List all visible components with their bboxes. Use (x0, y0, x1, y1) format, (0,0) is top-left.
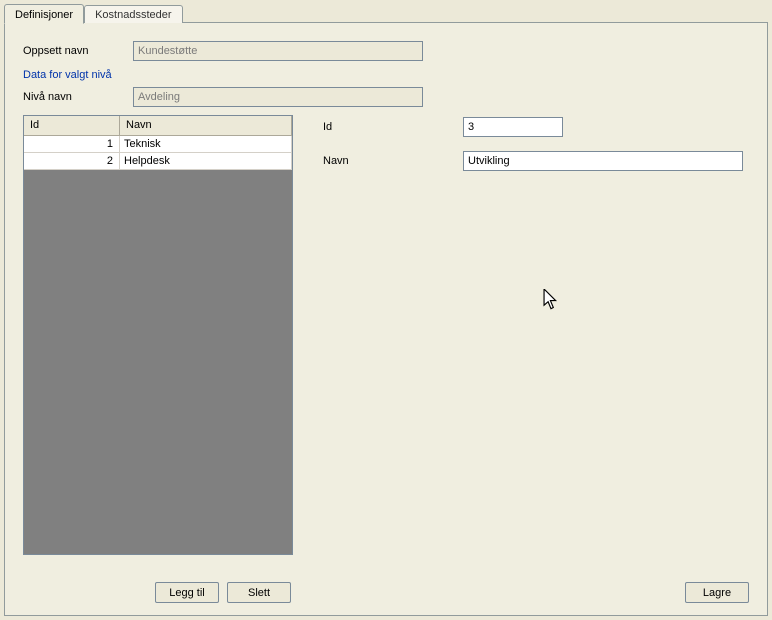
grid-body: 1 Teknisk 2 Helpdesk (24, 136, 292, 554)
save-button[interactable]: Lagre (685, 582, 749, 603)
detail-id-input[interactable] (463, 117, 563, 137)
tab-label: Kostnadssteder (95, 9, 171, 21)
button-row: Legg til Slett Lagre (23, 582, 749, 603)
button-label: Lagre (703, 587, 731, 599)
cell-name: Helpdesk (120, 153, 292, 169)
tab-definisjoner[interactable]: Definisjoner (4, 4, 84, 24)
cell-name: Teknisk (120, 136, 292, 152)
niva-navn-label: Nivå navn (23, 91, 133, 103)
oppsett-navn-field: Kundestøtte (133, 41, 423, 61)
detail-pane: Id Navn (323, 115, 749, 185)
cell-id: 1 (24, 136, 120, 152)
detail-id-label: Id (323, 121, 463, 133)
niva-navn-field: Avdeling (133, 87, 423, 107)
grid-header-id[interactable]: Id (24, 116, 120, 135)
grid-header-name[interactable]: Navn (120, 116, 292, 135)
tab-kostnadssteder[interactable]: Kostnadssteder (84, 5, 182, 23)
delete-button[interactable]: Slett (227, 582, 291, 603)
add-button[interactable]: Legg til (155, 582, 219, 603)
detail-name-label: Navn (323, 155, 463, 167)
tab-label: Definisjoner (15, 9, 73, 21)
table-row[interactable]: 1 Teknisk (24, 136, 292, 153)
grid-header: Id Navn (24, 116, 292, 136)
tab-panel: Oppsett navn Kundestøtte Data for valgt … (4, 22, 768, 616)
table-row[interactable]: 2 Helpdesk (24, 153, 292, 170)
button-label: Legg til (169, 587, 204, 599)
detail-name-input[interactable] (463, 151, 743, 171)
data-grid[interactable]: Id Navn 1 Teknisk 2 Helpdesk (23, 115, 293, 555)
cell-id: 2 (24, 153, 120, 169)
tabstrip: Definisjoner Kostnadssteder (4, 3, 183, 23)
button-label: Slett (248, 587, 270, 599)
section-title: Data for valgt nivå (23, 69, 749, 81)
oppsett-navn-label: Oppsett navn (23, 45, 133, 57)
